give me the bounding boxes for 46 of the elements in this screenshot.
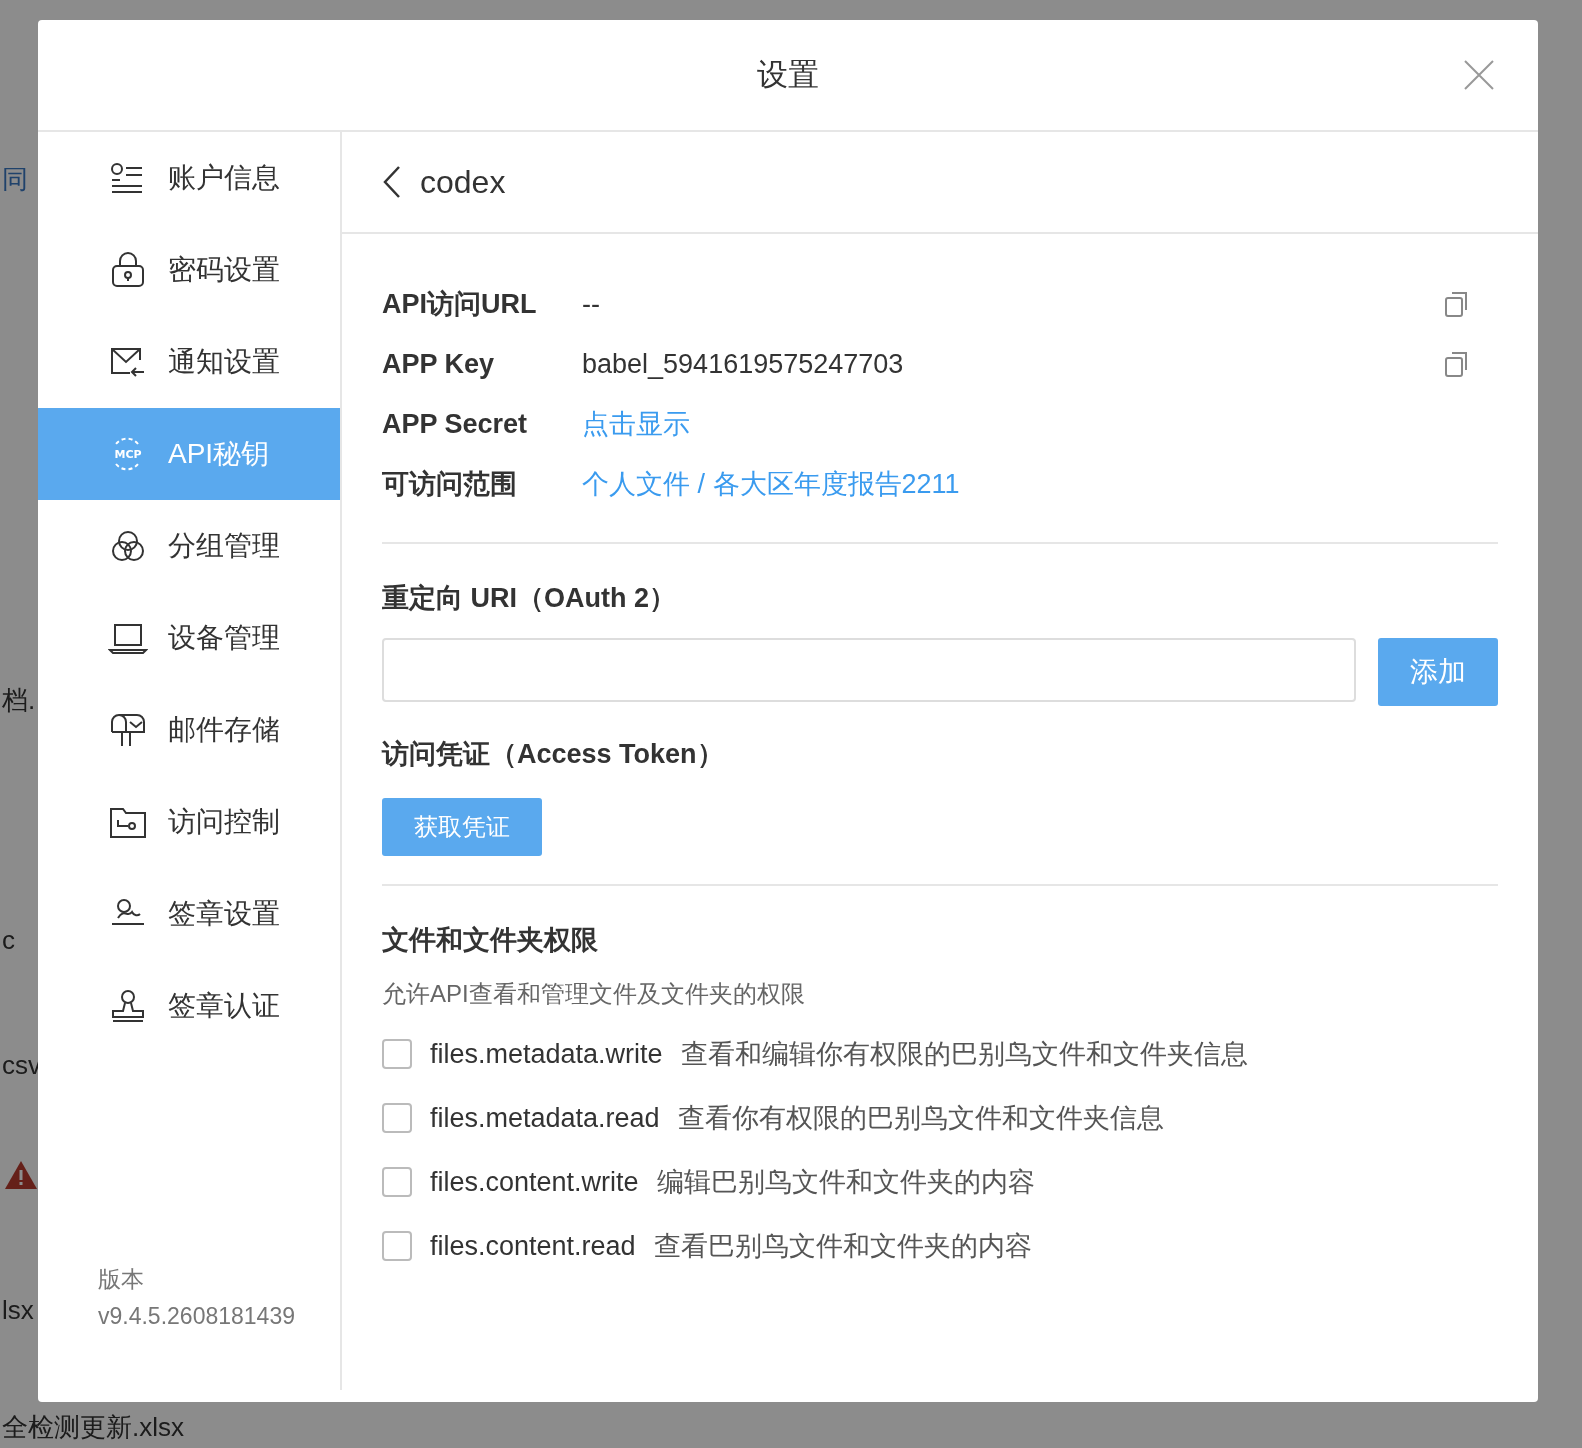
- checkbox[interactable]: [382, 1103, 412, 1133]
- field-label: 可访问范围: [382, 468, 518, 501]
- background-text: lsx: [2, 1295, 34, 1326]
- sidebar-item[interactable]: 分组管理: [38, 500, 340, 592]
- copy-icon[interactable]: [1444, 290, 1470, 318]
- permission-scope: files.content.read: [430, 1230, 636, 1262]
- section-heading: 访问凭证（Access Token）: [382, 738, 725, 771]
- permission-description: 查看巴别鸟文件和文件夹的内容: [653, 1230, 1032, 1263]
- sidebar-item[interactable]: 通知设置: [38, 316, 340, 408]
- background-text: 全检测更新.xlsx: [2, 1411, 184, 1444]
- sidebar-item[interactable]: 签章认证: [38, 960, 340, 1052]
- page-title: codex: [420, 163, 506, 201]
- background-text: c: [2, 925, 15, 956]
- back-icon[interactable]: [382, 165, 402, 199]
- permission-description: 查看你有权限的巴别鸟文件和文件夹信息: [677, 1102, 1164, 1135]
- redirect-uri-field[interactable]: [382, 638, 1356, 702]
- version-number: v9.4.5.2608181439: [98, 1303, 296, 1330]
- close-icon[interactable]: [1464, 60, 1494, 90]
- sidebar-item[interactable]: 账户信息: [38, 132, 340, 224]
- permission-scope: files.metadata.write: [430, 1038, 663, 1070]
- sidebar-item[interactable]: 邮件存储: [38, 684, 340, 776]
- section-description: 允许API查看和管理文件及文件夹的权限: [382, 979, 806, 1009]
- mailbox-icon: [108, 712, 148, 748]
- section-heading: 文件和文件夹权限: [382, 924, 599, 957]
- sidebar-item[interactable]: 设备管理: [38, 592, 340, 684]
- field-label: APP Key: [382, 348, 496, 380]
- checkbox[interactable]: [382, 1039, 412, 1069]
- checkbox[interactable]: [382, 1167, 412, 1197]
- copy-icon[interactable]: [1444, 350, 1470, 378]
- field-label: APP Secret: [382, 408, 529, 440]
- field-label: API访问URL: [382, 288, 538, 321]
- permission-scope: files.metadata.read: [430, 1102, 660, 1134]
- sidebar-item[interactable]: 密码设置: [38, 224, 340, 316]
- permission-scope: files.content.write: [430, 1166, 639, 1198]
- section-heading: 重定向 URI（OAuth 2）: [382, 582, 677, 615]
- background-text: 同: [2, 163, 28, 196]
- sidebar-item[interactable]: 签章设置: [38, 868, 340, 960]
- permission-description: 编辑巴别鸟文件和文件夹的内容: [656, 1166, 1035, 1199]
- background-text: 档.: [2, 684, 36, 717]
- version-label: 版本: [98, 1265, 145, 1294]
- field-value: babel_5941619575247703: [582, 348, 905, 380]
- sidebar-item[interactable]: 访问控制: [38, 776, 340, 868]
- permission-description: 查看和编辑你有权限的巴别鸟文件和文件夹信息: [680, 1038, 1248, 1071]
- field-value: --: [582, 288, 601, 320]
- checkbox[interactable]: [382, 1231, 412, 1261]
- dialog-title: 设置: [757, 56, 819, 94]
